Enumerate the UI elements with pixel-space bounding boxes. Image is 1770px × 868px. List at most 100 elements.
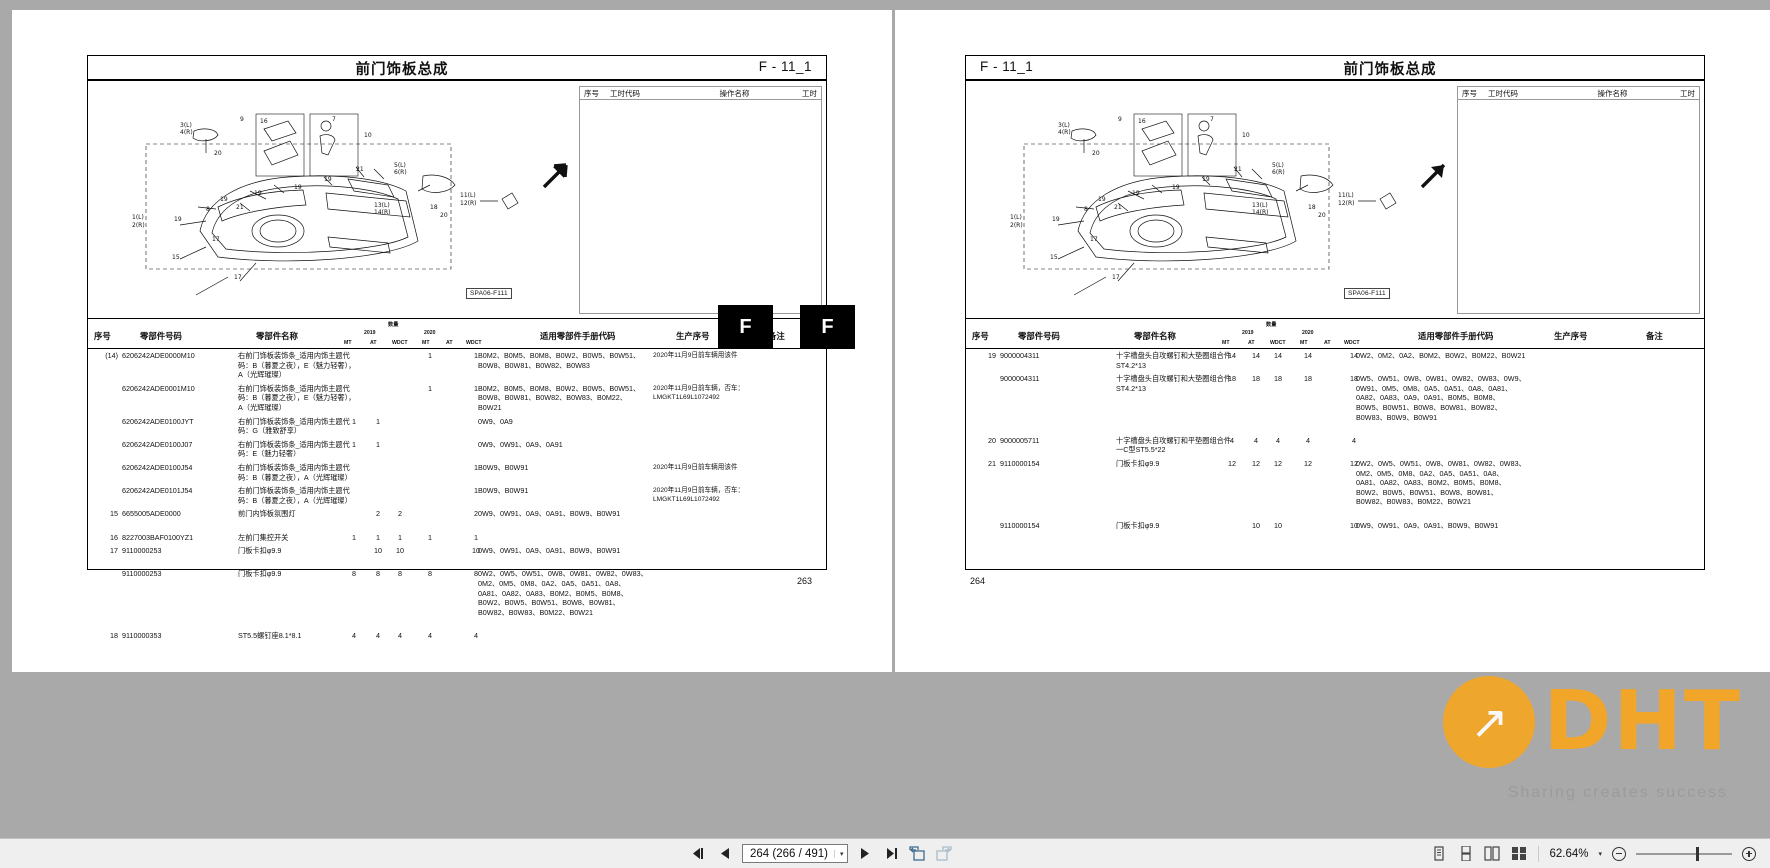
- zoom-out-button[interactable]: [1612, 846, 1626, 861]
- toolbar-navigation-group: 264 (266 / 491) ▾: [690, 844, 952, 863]
- two-page-view-icon[interactable]: [1484, 844, 1501, 863]
- col-year-2019-r: 2019: [1242, 330, 1254, 336]
- col-part-name: 零部件名称: [256, 331, 298, 341]
- cell-codes: B0W9、B0W91: [478, 486, 529, 496]
- cell-codes: 0W2、0W5、0W51、0W8、0W81、0W82、0W83、0M2、0M5、…: [478, 569, 648, 617]
- zoom-slider[interactable]: [1636, 846, 1732, 861]
- cell-name: 十字槽盘头自攻螺钉和大垫圈组合件ST4.2*13: [1116, 374, 1232, 393]
- table-row[interactable]: 9000004311 十字槽盘头自攻螺钉和大垫圈组合件ST4.2*13 18 18 18…: [966, 374, 1704, 421]
- svg-text:15: 15: [1050, 254, 1058, 261]
- q: 4: [398, 631, 402, 640]
- watermark-text: DHT: [1543, 674, 1742, 770]
- q: 1: [352, 532, 356, 542]
- col-year-2020: 2020: [424, 330, 436, 336]
- svg-text:21: 21: [1234, 166, 1242, 173]
- cell-seq: 21: [988, 459, 996, 468]
- parts-rows-left: (14) 6206242ADE0000M10 右前门饰板装饰条_适用内饰主题代码：B…: [88, 349, 826, 645]
- two-page-scrolling-icon[interactable]: [1511, 844, 1528, 863]
- sheet-left: 前门饰板总成 F - 11_1 3(L) 4(R) 20 9 16 7 10 1…: [87, 55, 827, 640]
- q: 4: [1230, 435, 1234, 445]
- first-page-button[interactable]: [690, 844, 707, 863]
- table-row[interactable]: 6206242ADE0100JYT 右前门饰板装饰条_适用内饰主题代码：G（雅致舒…: [88, 416, 826, 436]
- table-row[interactable]: 9110000253 门板卡扣φ9.9 8 8 8 8 8 0W2、0W5、0W51、0W8、…: [88, 569, 826, 616]
- col-qty-group-r: 数量: [1266, 322, 1277, 328]
- cell-prod: 2020年11月9日前车辆，否车：LMGKT1L69L1072492: [653, 384, 745, 401]
- col-sub-wdct-2-r: WDCT: [1344, 340, 1360, 346]
- cell-pn: 6206242ADE0100J54: [122, 463, 193, 472]
- q: 14: [1274, 351, 1282, 360]
- q: 10: [1252, 520, 1260, 530]
- q: 4: [428, 631, 432, 640]
- cell-pn: 6206242ADE0101J54: [122, 486, 193, 496]
- cell-codes: 0W2、0M2、0A2、B0M2、B0W2、B0M22、B0W21: [1356, 351, 1526, 360]
- pdf-viewer-canvas[interactable]: 前门饰板总成 F - 11_1 3(L) 4(R) 20 9 16 7 10 1…: [0, 0, 1770, 838]
- svg-text:16: 16: [260, 118, 268, 125]
- cell-name: 门板卡扣φ9.9: [1116, 459, 1160, 468]
- parts-table-left: 序号 零部件号码 零部件名称 数量 2019 2020 MT AT WDCT M…: [88, 319, 826, 645]
- table-row[interactable]: 16 8227003BAF0100YZ1 左前门集控开关 1 1 1 1 1: [88, 533, 826, 544]
- table-row[interactable]: 6206242ADE0101J54 右前门饰板装饰条_适用内饰主题代码：B（暮夏之…: [88, 486, 826, 505]
- cell-pn: 9110000253: [122, 546, 162, 556]
- table-row[interactable]: 6206242ADE0100J54 右前门饰板装饰条_适用内饰主题代码：B（暮夏之…: [88, 463, 826, 482]
- q: 2: [398, 509, 402, 519]
- svg-text:21: 21: [236, 204, 244, 211]
- svg-text:6(R): 6(R): [394, 169, 407, 176]
- go-back-view-icon[interactable]: [908, 844, 926, 863]
- table-row[interactable]: 19 9000004311 十字槽盘头自攻螺钉和大垫圈组合件ST4.2*13 14 14…: [966, 351, 1704, 370]
- svg-text:19: 19: [1202, 176, 1210, 183]
- cell-pn: 6206242ADE0100JYT: [122, 416, 194, 426]
- zoom-slider-knob[interactable]: [1696, 846, 1699, 861]
- cell-name: 右前门饰板装饰条_适用内饰主题代码：G（雅致舒享）: [238, 416, 350, 436]
- continuous-page-view-icon[interactable]: [1457, 844, 1474, 863]
- svg-text:19: 19: [220, 196, 228, 203]
- table-row[interactable]: 15 6655005ADE0000 前门内饰板氛围灯 2 2 2 0W9、0W91、0A9、…: [88, 509, 826, 520]
- q: 14: [1252, 351, 1260, 360]
- svg-text:1(L): 1(L): [1010, 214, 1022, 221]
- zoom-chevron-down-icon[interactable]: ▾: [1598, 850, 1602, 858]
- next-page-button[interactable]: [857, 844, 874, 863]
- cell-codes: 0W5、0W51、0W8、0W81、0W82、0W83、0W9、0W91、0M5…: [1356, 374, 1526, 422]
- svg-text:13(L): 13(L): [1252, 202, 1268, 209]
- table-row[interactable]: 9110000154 门板卡扣φ9.9 10 10 10 0W9、0W91、0A9、0A9…: [966, 521, 1704, 532]
- table-row[interactable]: (14) 6206242ADE0000M10 右前门饰板装饰条_适用内饰主题代码：B…: [88, 351, 826, 379]
- watermark-badge-icon: ↗: [1443, 676, 1536, 768]
- table-row[interactable]: 6206242ADE0001M10 右前门饰板装饰条_适用内饰主题代码：B（暮夏之…: [88, 384, 826, 412]
- cell-codes: 0W2、0W5、0W51、0W8、0W81、0W82、0W83、0M2、0M5、…: [1356, 459, 1526, 507]
- zoom-in-button[interactable]: [1742, 846, 1756, 861]
- col-remark-r: 备注: [1646, 331, 1663, 341]
- previous-page-button[interactable]: [716, 844, 733, 863]
- go-forward-view-icon[interactable]: [935, 844, 952, 863]
- op-col-seq: 序号: [584, 88, 599, 98]
- toolbar-view-group: 62.64% ▾: [1430, 844, 1756, 863]
- svg-text:3(L): 3(L): [180, 122, 192, 129]
- table-row[interactable]: 17 9110000253 门板卡扣φ9.9 10 10 10 0W9、0W91、0A9、0…: [88, 546, 826, 557]
- svg-text:9: 9: [240, 116, 244, 123]
- title-band-left: 前门饰板总成 F - 11_1: [88, 56, 826, 81]
- last-page-button[interactable]: [883, 844, 900, 863]
- sheet-right: F - 11_1 前门饰板总成 3(L) 4(R) 20 9 16 7 10 1…: [965, 55, 1705, 570]
- col-seq-r: 序号: [972, 331, 989, 341]
- col-sub-wdct-1-r: WDCT: [1270, 340, 1286, 346]
- table-row[interactable]: 6206242ADE0100J07 右前门饰板装饰条_适用内饰主题代码：E（魅力轻…: [88, 439, 826, 459]
- col-applicable-r: 适用零部件手册代码: [1418, 331, 1494, 341]
- illustration-left: 3(L) 4(R) 20 9 16 7 10 19 19 19 19 19 15 8 21…: [88, 81, 826, 319]
- cell-codes: 0W9、0W91、0A9、0A91、B0W9、B0W91: [478, 509, 621, 519]
- q: 8: [352, 569, 356, 579]
- cell-pn: 9000005711: [1000, 435, 1040, 445]
- svg-text:17: 17: [212, 236, 220, 243]
- single-page-view-icon[interactable]: [1430, 844, 1447, 863]
- svg-text:11(L): 11(L): [1338, 192, 1354, 199]
- table-row[interactable]: 20 9000005711 十字槽盘头自攻螺钉和平垫圈组合件一C型ST5.5*22 4…: [966, 435, 1704, 455]
- viewer-toolbar[interactable]: 264 (266 / 491) ▾ 62.64% ▾: [0, 838, 1770, 868]
- table-row[interactable]: 18 9110000353 ST5.5螺钉座8.1*8.1 4 4 4 4 4: [88, 631, 826, 642]
- svg-text:20: 20: [1092, 150, 1100, 157]
- page-number-left: 263: [796, 576, 812, 586]
- cell-seq: 17: [110, 546, 118, 556]
- q: 4: [1254, 435, 1258, 445]
- title-band-right: F - 11_1 前门饰板总成: [966, 56, 1704, 81]
- table-row[interactable]: 21 9110000154 门板卡扣φ9.9 12 12 12 12 12 0W2、0W5、0W…: [966, 459, 1704, 506]
- q: 1: [376, 439, 380, 449]
- page-number-input[interactable]: 264 (266 / 491) ▾: [742, 844, 848, 863]
- cell-name: 右前门饰板装饰条_适用内饰主题代码：E（魅力轻奢）: [238, 439, 350, 459]
- chevron-down-icon[interactable]: ▾: [834, 849, 844, 858]
